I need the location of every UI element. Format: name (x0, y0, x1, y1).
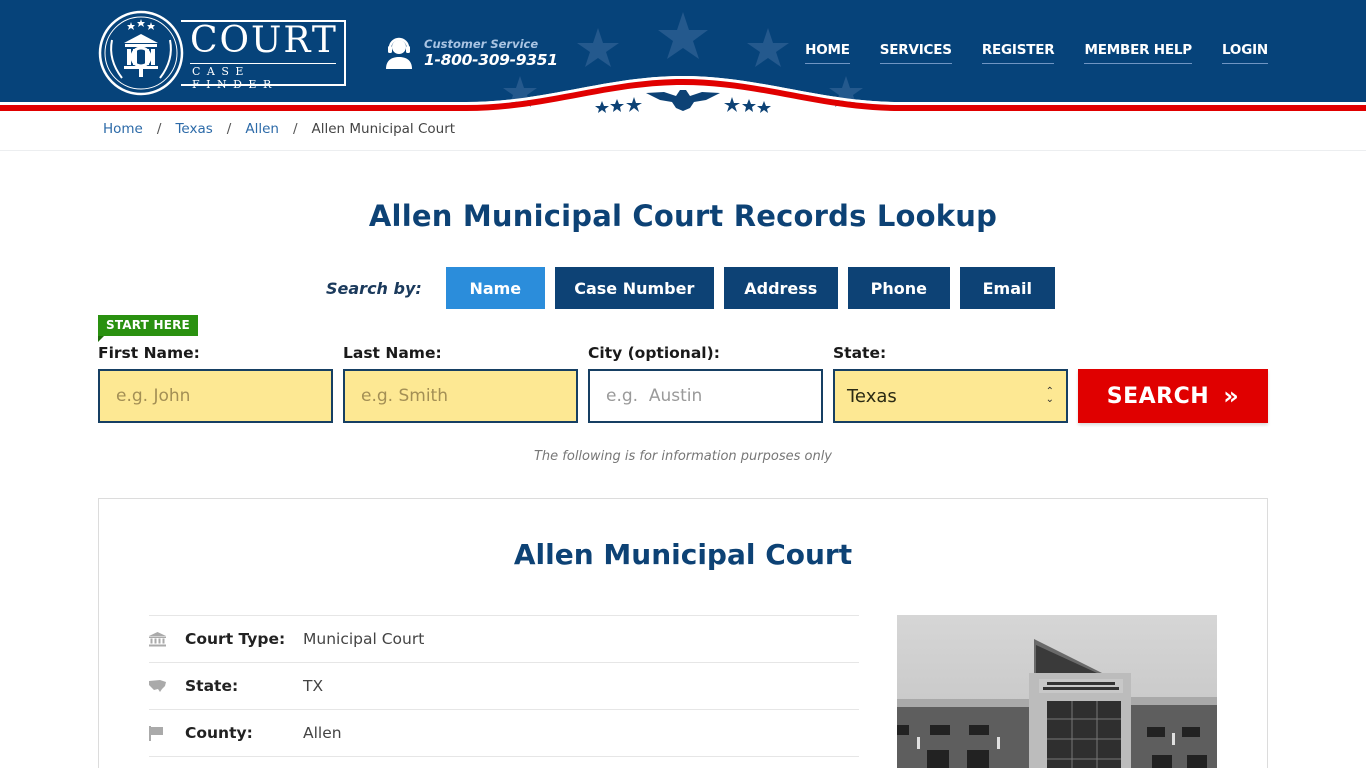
court-case-finder-logo[interactable]: COURT CASE FINDER (98, 10, 346, 96)
site-header: COURT CASE FINDER Customer Service 1-800… (0, 0, 1366, 118)
tab-address[interactable]: Address (723, 267, 838, 309)
customer-service-phone[interactable]: 1-800-309-9351 (424, 51, 558, 69)
search-button[interactable]: SEARCH » (1078, 369, 1268, 423)
detail-value: Allen (303, 724, 342, 742)
breadcrumb-texas[interactable]: Texas (175, 121, 212, 137)
detail-row-court-type: Court Type: Municipal Court (149, 616, 859, 663)
courthouse-icon (149, 631, 185, 647)
state-label: State: (833, 344, 887, 362)
last-name-input[interactable] (343, 369, 578, 423)
logo-wordmark: COURT (190, 20, 338, 61)
nav-member-help[interactable]: MEMBER HELP (1084, 42, 1192, 64)
nav-login[interactable]: LOGIN (1222, 42, 1268, 64)
last-name-field: Last Name: (343, 344, 578, 423)
courthouse-seal-icon (98, 10, 184, 96)
logo-tagline: CASE FINDER (192, 65, 278, 91)
breadcrumb-allen[interactable]: Allen (245, 121, 279, 137)
breadcrumb-home[interactable]: Home (103, 121, 143, 137)
detail-value: Municipal Court (303, 630, 425, 648)
page-title: Allen Municipal Court Records Lookup (368, 199, 998, 233)
main-nav: HOME SERVICES REGISTER MEMBER HELP LOGIN (775, 42, 1268, 64)
breadcrumb-divider (0, 150, 1366, 151)
state-selected-value: Texas (847, 385, 897, 407)
tab-case-number[interactable]: Case Number (554, 267, 714, 309)
headset-user-icon (386, 37, 412, 69)
flag-icon (149, 725, 185, 741)
detail-value: TX (303, 677, 324, 695)
city-input[interactable] (588, 369, 823, 423)
tab-phone[interactable]: Phone (847, 267, 950, 309)
nav-register[interactable]: REGISTER (981, 42, 1055, 64)
tab-email[interactable]: Email (959, 267, 1055, 309)
detail-row-state: State: TX (149, 663, 859, 710)
search-type-tabs: Search by: Name Case Number Address Phon… (326, 267, 1065, 309)
search-button-label: SEARCH (1106, 383, 1210, 409)
nav-services[interactable]: SERVICES (879, 42, 952, 64)
customer-service-label: Customer Service (424, 37, 539, 51)
detail-key: State: (185, 677, 239, 695)
start-here-badge: START HERE (98, 315, 198, 342)
city-field: City (optional): (588, 344, 823, 423)
city-label: City (optional): (588, 344, 720, 362)
court-title: Allen Municipal Court (513, 538, 853, 571)
breadcrumb: Home / Texas / Allen / Allen Municipal C… (103, 121, 455, 137)
detail-key: Court Type: (185, 630, 286, 648)
nav-home[interactable]: HOME (805, 42, 850, 64)
tab-name[interactable]: Name (445, 267, 545, 309)
first-name-field: First Name: (98, 344, 333, 423)
court-details-list: Court Type: Municipal Court State: TX Co… (149, 615, 859, 757)
double-chevron-right-icon: » (1223, 382, 1240, 410)
last-name-label: Last Name: (343, 344, 442, 362)
detail-row-county: County: Allen (149, 710, 859, 757)
logo-divider (190, 63, 336, 64)
breadcrumb-separator: / (156, 121, 162, 137)
search-by-label: Search by: (326, 278, 422, 298)
first-name-label: First Name: (98, 344, 200, 362)
state-select[interactable]: Texas ⌃ ⌄ (833, 369, 1068, 423)
breadcrumb-current: Allen Municipal Court (311, 121, 456, 137)
customer-service[interactable]: Customer Service 1-800-309-9351 (385, 36, 558, 70)
disclaimer: The following is for information purpose… (533, 449, 833, 464)
select-updown-icon: ⌃ ⌄ (1045, 386, 1054, 405)
breadcrumb-separator: / (292, 121, 298, 137)
first-name-input[interactable] (98, 369, 333, 423)
detail-key: County: (185, 724, 253, 742)
state-field: State: Texas ⌃ ⌄ (833, 344, 1068, 423)
court-building-photo (897, 615, 1217, 768)
usa-map-icon (149, 680, 185, 692)
breadcrumb-separator: / (226, 121, 232, 137)
court-info-card: Allen Municipal Court Court Type: Munici… (98, 498, 1268, 768)
